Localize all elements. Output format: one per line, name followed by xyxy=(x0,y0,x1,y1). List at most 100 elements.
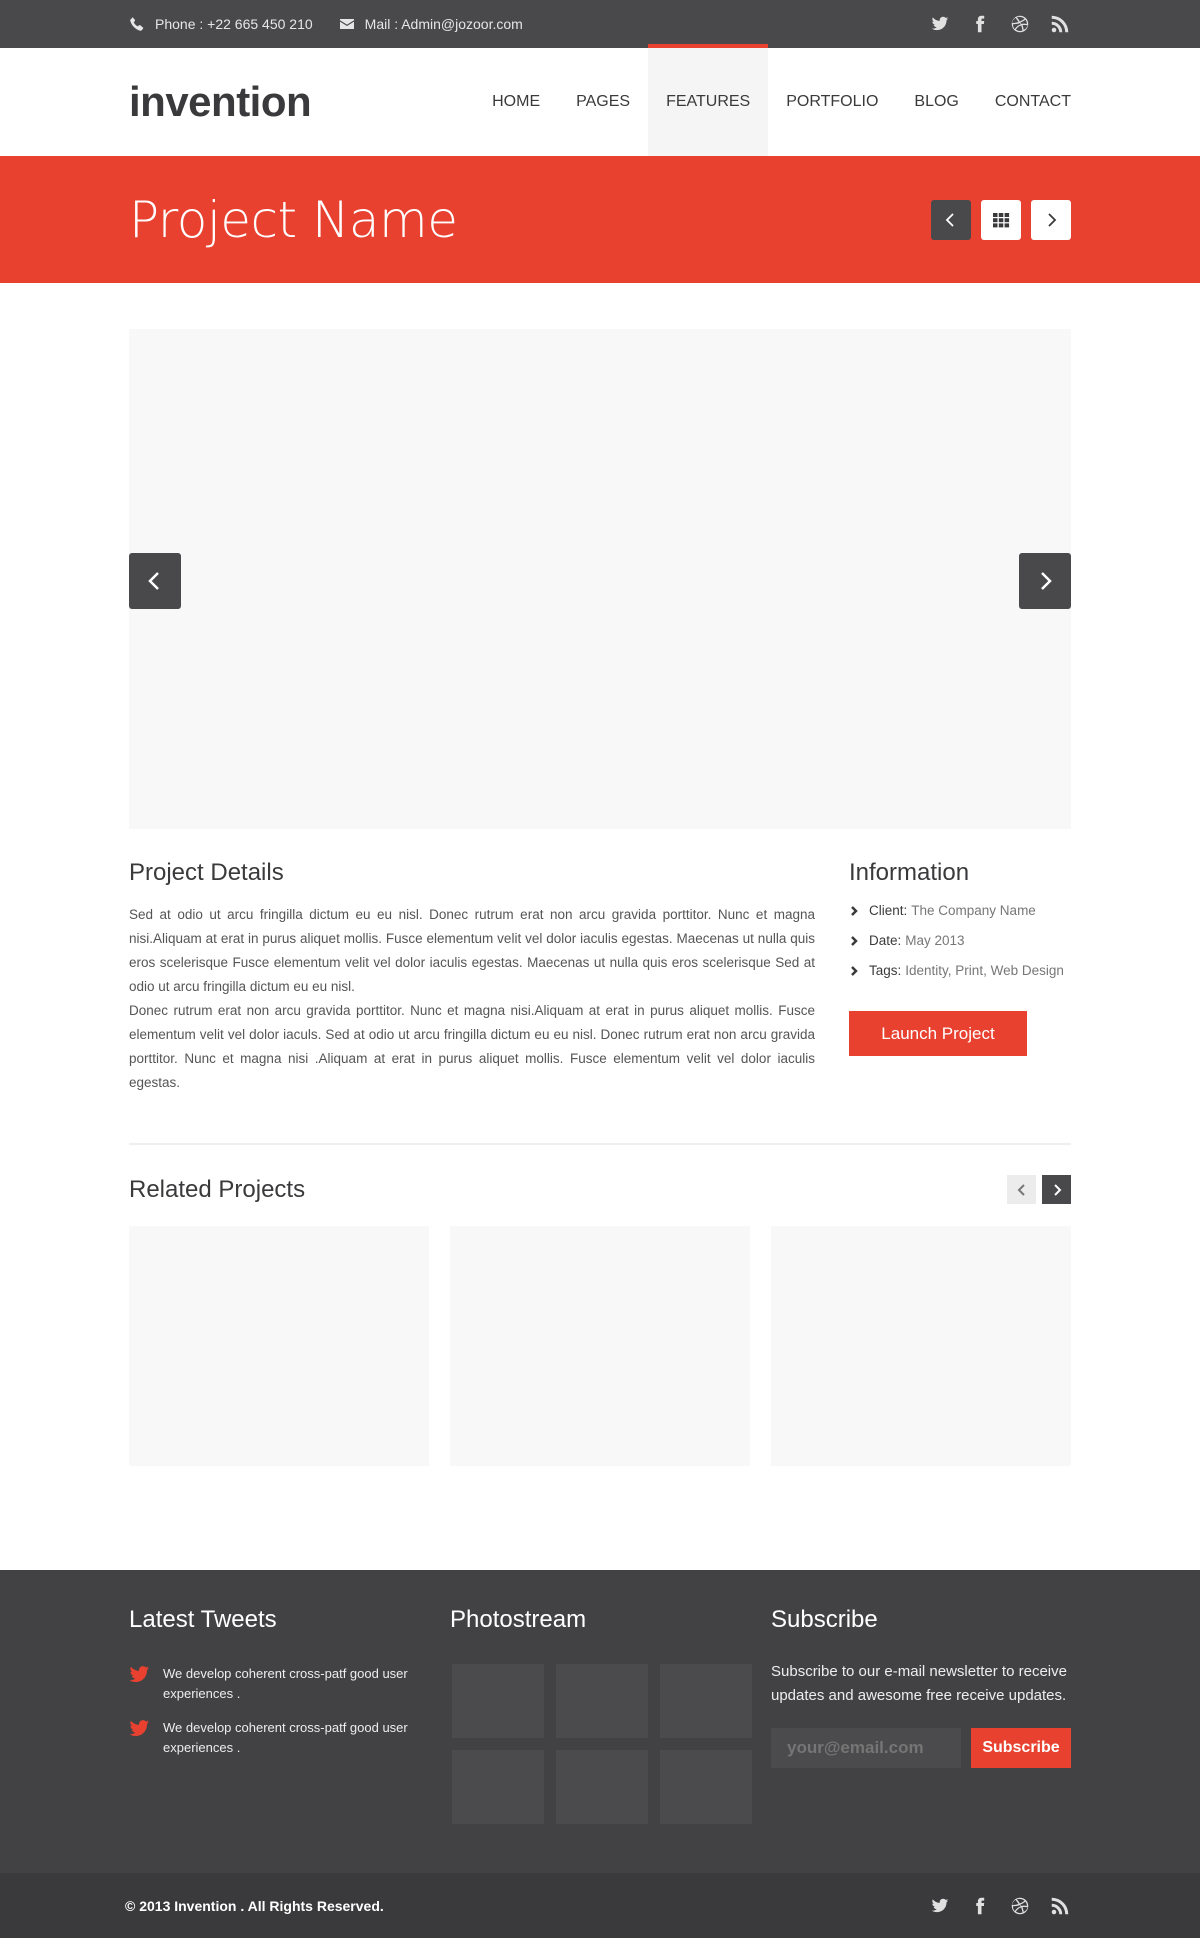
phone-text: Phone : +22 665 450 210 xyxy=(155,16,313,32)
chevron-right-icon xyxy=(1048,212,1057,227)
footer-social-links xyxy=(929,1895,1071,1917)
photostream-thumbnail[interactable] xyxy=(556,1664,648,1738)
description-paragraph-1: Sed at odio ut arcu fringilla dictum eu … xyxy=(129,907,815,994)
date-value: May 2013 xyxy=(905,933,965,948)
chevron-left-icon xyxy=(1017,1183,1025,1196)
site-header: invention HOME PAGES FEATURES PORTFOLIO … xyxy=(0,44,1200,156)
photostream-heading: Photostream xyxy=(450,1606,587,1633)
photostream-thumbnail[interactable] xyxy=(660,1664,752,1738)
photostream-thumbnail[interactable] xyxy=(660,1750,752,1824)
site-footer: Latest Tweets We develop coherent cross-… xyxy=(0,1570,1200,1873)
facebook-icon xyxy=(976,15,985,33)
grid-icon xyxy=(993,212,1010,227)
top-bar: Phone : +22 665 450 210 Mail : Admin@joz… xyxy=(0,0,1200,48)
photostream-grid xyxy=(452,1664,752,1824)
project-details: Project Details Sed at odio ut arcu frin… xyxy=(129,859,815,1095)
tweet-item: We develop coherent cross-patf good user… xyxy=(129,1664,429,1704)
related-project-card[interactable] xyxy=(450,1226,750,1466)
project-description: Sed at odio ut arcu fringilla dictum eu … xyxy=(129,903,815,1095)
nav-home[interactable]: HOME xyxy=(474,48,558,156)
dribbble-icon xyxy=(1011,15,1029,33)
tags-label: Tags: xyxy=(869,963,902,978)
related-nav-controls xyxy=(1007,1175,1071,1204)
related-prev-button[interactable] xyxy=(1007,1175,1036,1204)
description-paragraph-2: Donec rutrum erat non arcu gravida portt… xyxy=(129,1003,815,1090)
related-next-button[interactable] xyxy=(1042,1175,1071,1204)
tweet-text: We develop coherent cross-patf good user… xyxy=(163,1720,408,1755)
nav-portfolio[interactable]: PORTFOLIO xyxy=(768,48,896,156)
nav-pages[interactable]: PAGES xyxy=(558,48,648,156)
logo[interactable]: invention xyxy=(129,78,312,126)
client-label: Client: xyxy=(869,903,908,918)
project-nav-controls xyxy=(931,199,1071,240)
launch-project-button[interactable]: Launch Project xyxy=(849,1011,1027,1056)
twitter-icon xyxy=(931,16,949,31)
nav-features[interactable]: FEATURES xyxy=(648,44,769,156)
subscribe: Subscribe Subscribe to our e-mail newsle… xyxy=(771,1606,1071,1824)
mail-icon xyxy=(339,19,354,29)
chevron-right-icon xyxy=(1041,572,1052,590)
mail-info[interactable]: Mail : Admin@jozoor.com xyxy=(339,16,523,32)
related-projects-grid xyxy=(129,1226,1071,1466)
subscribe-form: Subscribe xyxy=(771,1728,1071,1768)
bird-icon xyxy=(129,1666,149,1682)
nav-contact[interactable]: CONTACT xyxy=(977,48,1071,156)
contact-info: Phone : +22 665 450 210 Mail : Admin@joz… xyxy=(129,16,523,32)
project-details-section: Project Details Sed at odio ut arcu frin… xyxy=(129,859,1071,1095)
subscribe-button[interactable]: Subscribe xyxy=(971,1728,1071,1768)
bird-icon xyxy=(129,1720,149,1736)
chevron-right-icon xyxy=(851,905,858,916)
next-project-button[interactable] xyxy=(1031,199,1071,240)
copyright: © 2013 Invention . All Rights Reserved. xyxy=(125,1897,384,1914)
info-date: Date: May 2013 xyxy=(849,933,1071,948)
latest-tweets-heading: Latest Tweets xyxy=(129,1606,277,1633)
related-projects-heading: Related Projects xyxy=(129,1175,306,1203)
email-field[interactable] xyxy=(771,1728,961,1768)
slider-prev-button[interactable] xyxy=(129,553,181,609)
rss-icon xyxy=(1051,1897,1069,1914)
all-projects-button[interactable] xyxy=(981,199,1021,240)
tags-value[interactable]: Identity, Print, Web Design xyxy=(905,963,1064,978)
facebook-link[interactable] xyxy=(969,1895,991,1917)
twitter-icon xyxy=(931,1898,949,1912)
rss-link[interactable] xyxy=(1049,13,1071,35)
dribbble-icon xyxy=(1011,1897,1029,1914)
social-links xyxy=(929,13,1071,35)
main-nav: HOME PAGES FEATURES PORTFOLIO BLOG CONTA… xyxy=(474,44,1071,156)
rss-icon xyxy=(1051,15,1069,33)
related-project-card[interactable] xyxy=(129,1226,429,1466)
twitter-link[interactable] xyxy=(929,13,951,35)
information-heading: Information xyxy=(849,859,970,886)
chevron-left-icon xyxy=(148,572,159,590)
project-details-heading: Project Details xyxy=(129,859,284,886)
phone-info: Phone : +22 665 450 210 xyxy=(129,16,313,32)
related-project-card[interactable] xyxy=(771,1226,1071,1466)
photostream-thumbnail[interactable] xyxy=(452,1664,544,1738)
slider-next-button[interactable] xyxy=(1019,553,1071,609)
photostream-thumbnail[interactable] xyxy=(452,1750,544,1824)
dribbble-link[interactable] xyxy=(1009,13,1031,35)
section-divider xyxy=(129,1143,1071,1145)
info-tags: Tags: Identity, Print, Web Design xyxy=(849,963,1071,978)
facebook-icon xyxy=(976,1897,985,1914)
subscribe-heading: Subscribe xyxy=(771,1606,878,1633)
chevron-right-icon xyxy=(1053,1183,1061,1196)
nav-blog[interactable]: BLOG xyxy=(896,48,976,156)
info-client: Client: The Company Name xyxy=(849,903,1071,918)
page-title: Project Name xyxy=(129,190,458,249)
rss-link[interactable] xyxy=(1049,1895,1071,1917)
tweet-item: We develop coherent cross-patf good user… xyxy=(129,1718,429,1758)
tweet-text: We develop coherent cross-patf good user… xyxy=(163,1666,408,1701)
prev-project-button[interactable] xyxy=(931,199,971,240)
mail-text[interactable]: Mail : Admin@jozoor.com xyxy=(365,16,523,32)
twitter-link[interactable] xyxy=(929,1895,951,1917)
dribbble-link[interactable] xyxy=(1009,1895,1031,1917)
related-projects-header: Related Projects xyxy=(129,1175,1071,1204)
photostream: Photostream xyxy=(450,1606,752,1824)
facebook-link[interactable] xyxy=(969,13,991,35)
photostream-thumbnail[interactable] xyxy=(556,1750,648,1824)
bottom-bar: © 2013 Invention . All Rights Reserved. xyxy=(0,1873,1200,1938)
info-list: Client: The Company Name Date: May 2013 … xyxy=(849,903,1071,978)
project-information: Information Client: The Company Name Dat… xyxy=(849,859,1071,1095)
subscribe-text: Subscribe to our e-mail newsletter to re… xyxy=(771,1663,1067,1704)
